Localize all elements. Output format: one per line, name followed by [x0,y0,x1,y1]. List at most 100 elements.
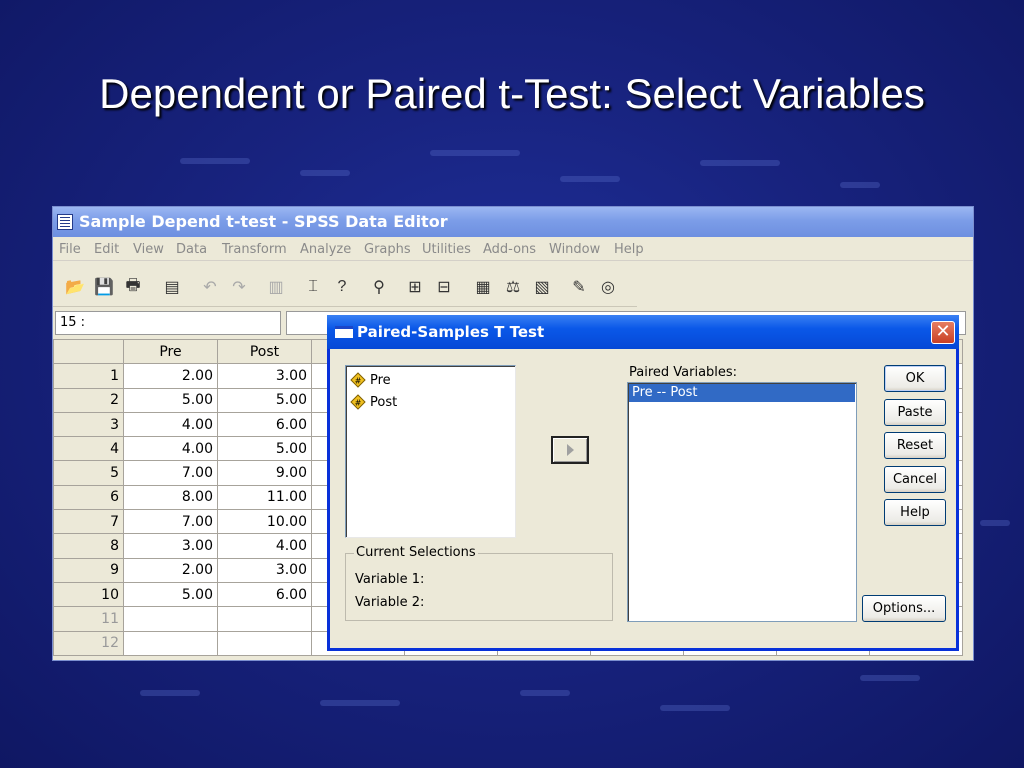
toolbar: 📂 💾 🖶 ▤ ↶ ↷ ▥ ⌶ ? ⚲ ⊞ ⊟ ▦ ⚖ ▧ ✎ ◎ [53,267,637,307]
source-variable-list[interactable]: # Pre # Post [345,365,516,538]
cell-post[interactable] [217,630,312,656]
weight-cases-icon[interactable]: ⚖ [501,275,525,299]
cell-post[interactable]: 6.00 [217,581,312,608]
paste-button[interactable]: Paste [884,399,946,426]
cell-pre[interactable]: 2.00 [123,363,218,389]
cell-post[interactable]: 4.00 [217,533,312,559]
current-selections-group: Current Selections Variable 1: Variable … [345,545,613,621]
split-file-icon[interactable]: ▦ [471,275,495,299]
scale-variable-icon: # [350,394,366,410]
cancel-button[interactable]: Cancel [884,466,946,493]
list-item[interactable]: # Pre [350,370,391,390]
find-icon[interactable]: ⚲ [367,275,391,299]
list-item[interactable]: # Post [350,392,397,412]
current-selections-legend: Current Selections [354,545,478,560]
dialog-recall-icon[interactable]: ▤ [160,275,184,299]
slide-title: Dependent or Paired t-Test: Select Varia… [99,70,925,117]
print-icon[interactable]: 🖶 [121,275,145,299]
menu-file[interactable]: File [59,242,81,257]
row-number[interactable]: 11 [53,606,124,632]
row-number[interactable]: 9 [53,557,124,583]
cell-pre[interactable]: 5.00 [123,387,218,413]
cell-post[interactable]: 5.00 [217,436,312,462]
cell-post[interactable]: 11.00 [217,484,312,511]
cell-post[interactable]: 3.00 [217,363,312,389]
menu-data[interactable]: Data [176,242,207,257]
menu-window[interactable]: Window [549,242,600,257]
paired-variables-list[interactable]: Pre -- Post [627,382,857,622]
goto-case-icon[interactable]: ⌶ [301,275,325,299]
cell-pre[interactable]: 5.00 [123,581,218,608]
options-button[interactable]: Options... [862,595,946,622]
row-number[interactable]: 10 [53,581,124,608]
redo-icon[interactable]: ↷ [227,275,251,299]
cell-pre[interactable]: 8.00 [123,484,218,511]
row-number[interactable]: 6 [53,484,124,511]
insert-cases-icon[interactable]: ⊞ [403,275,427,299]
cell-pre[interactable]: 2.00 [123,557,218,583]
window-titlebar: Sample Depend t-test - SPSS Data Editor [53,207,973,237]
variable-2-label: Variable 2: [355,595,425,610]
cell-pre[interactable]: 4.00 [123,411,218,438]
row-number[interactable]: 3 [53,411,124,438]
menu-analyze[interactable]: Analyze [300,242,351,257]
value-labels-icon[interactable]: ✎ [567,275,591,299]
cell-post[interactable]: 6.00 [217,411,312,438]
help-button[interactable]: Help [884,499,946,526]
menu-help[interactable]: Help [614,242,644,257]
insert-variable-icon[interactable]: ⊟ [432,275,456,299]
menu-transform[interactable]: Transform [222,242,287,257]
menu-utilities[interactable]: Utilities [422,242,471,257]
window-icon [335,326,353,338]
row-number[interactable]: 7 [53,509,124,535]
paired-variables-label: Paired Variables: [629,365,738,380]
row-number[interactable]: 12 [53,630,124,656]
reset-button[interactable]: Reset [884,432,946,459]
spss-app-icon [57,214,73,230]
list-item[interactable]: Pre -- Post [629,384,855,402]
cell-pre[interactable]: 4.00 [123,436,218,462]
menu-view[interactable]: View [133,242,164,257]
cell-pre[interactable] [123,630,218,656]
cell-post[interactable] [217,606,312,632]
menu-bar: File Edit View Data Transform Analyze Gr… [53,237,973,261]
goto-chart-icon[interactable]: ▥ [264,275,288,299]
cell-pre[interactable]: 7.00 [123,460,218,486]
cell-pre[interactable]: 3.00 [123,533,218,559]
variables-icon[interactable]: ? [330,275,354,299]
ok-button[interactable]: OK [884,365,946,392]
use-sets-icon[interactable]: ◎ [596,275,620,299]
row-number[interactable]: 2 [53,387,124,413]
row-number[interactable]: 8 [53,533,124,559]
save-icon[interactable]: 💾 [92,275,116,299]
window-title: Sample Depend t-test - SPSS Data Editor [79,212,448,231]
row-number[interactable]: 4 [53,436,124,462]
menu-addons[interactable]: Add-ons [483,242,536,257]
paired-samples-dialog: Paired-Samples T Test ✕ # Pre # Post Pai… [327,315,959,651]
cell-post[interactable]: 9.00 [217,460,312,486]
dialog-titlebar: Paired-Samples T Test ✕ [327,315,959,349]
menu-edit[interactable]: Edit [94,242,119,257]
corner-header [53,338,124,365]
cell-post[interactable]: 3.00 [217,557,312,583]
menu-graphs[interactable]: Graphs [364,242,411,257]
row-number[interactable]: 5 [53,460,124,486]
right-arrow-icon [567,444,574,456]
open-icon[interactable]: 📂 [63,275,87,299]
select-cases-icon[interactable]: ▧ [530,275,554,299]
close-button[interactable]: ✕ [931,321,955,344]
variable-label: Post [370,394,398,410]
scale-variable-icon: # [350,372,366,388]
undo-icon[interactable]: ↶ [198,275,222,299]
cell-post[interactable]: 5.00 [217,387,312,413]
row-number[interactable]: 1 [53,363,124,389]
column-header-post[interactable]: Post [217,338,312,365]
svg-text:#: # [355,377,362,386]
variable-label: Pre [370,372,391,388]
cell-pre[interactable] [123,606,218,632]
cell-post[interactable]: 10.00 [217,509,312,535]
column-header-pre[interactable]: Pre [123,338,218,365]
svg-text:#: # [355,399,362,408]
cell-pre[interactable]: 7.00 [123,509,218,535]
move-to-paired-button[interactable] [551,436,589,464]
